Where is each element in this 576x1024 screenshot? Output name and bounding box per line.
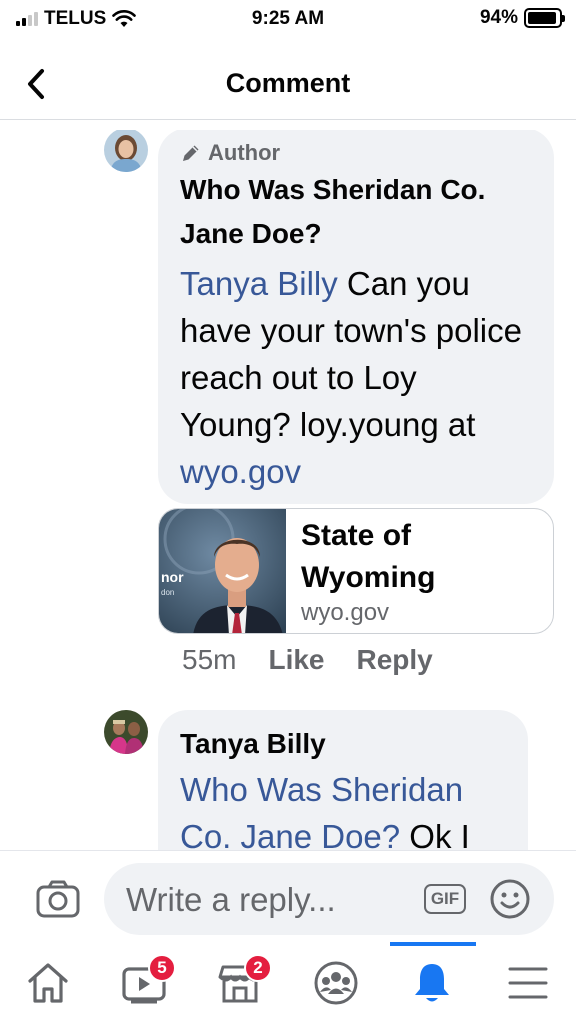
link-preview-thumbnail: nor don [159, 509, 286, 633]
bell-icon [415, 964, 449, 1002]
author-tag-label: Author [208, 140, 281, 165]
notification-badge: 5 [148, 954, 176, 982]
svg-text:nor: nor [161, 569, 184, 585]
reply-button[interactable]: Reply [357, 644, 433, 676]
nav-notifications[interactable] [384, 942, 480, 1024]
avatar[interactable] [104, 130, 148, 172]
home-icon [28, 963, 68, 1003]
nav-watch[interactable]: 5 [96, 942, 192, 1024]
emoji-button[interactable] [488, 877, 532, 921]
gif-button[interactable]: GIF [422, 879, 468, 919]
comment-text: Tanya Billy Can you have your town's pol… [180, 260, 532, 495]
menu-icon [508, 967, 548, 999]
page-title: Comment [225, 68, 351, 98]
comment-bubble[interactable]: Tanya Billy Who Was Sheridan Co. Jane Do… [158, 710, 528, 850]
reply-placeholder: Write a reply... [126, 881, 336, 918]
link-preview-domain: wyo.gov [301, 599, 390, 626]
battery-icon [524, 8, 565, 28]
smiley-icon [490, 879, 530, 919]
nav-marketplace[interactable]: 2 [192, 942, 288, 1024]
nav-menu[interactable] [480, 942, 576, 1024]
groups-icon [314, 961, 358, 1005]
nav-home[interactable] [0, 942, 96, 1024]
comment-body-text: Ok I [400, 818, 470, 850]
status-bar: TELUS 9:25 AM 94% [0, 0, 576, 40]
bottom-nav: 5 2 [0, 942, 576, 1024]
commenter-name[interactable]: Who Was Sheridan Co. Jane Doe? [180, 168, 532, 256]
comment-time: 55m [182, 644, 237, 675]
mention-link[interactable]: Tanya Billy [180, 265, 338, 302]
author-tag: Author [180, 140, 532, 166]
commenter-name[interactable]: Tanya Billy [180, 722, 506, 766]
nav-groups[interactable] [288, 942, 384, 1024]
like-button[interactable]: Like [268, 644, 324, 676]
comment-actions: 55m Like Reply [182, 644, 433, 676]
svg-text:don: don [161, 588, 174, 597]
link-preview-card[interactable]: nor don State of Wyoming wyo.gov [158, 508, 554, 634]
comment-thread[interactable]: Author Who Was Sheridan Co. Jane Doe? Ta… [0, 130, 576, 850]
camera-button[interactable] [32, 873, 84, 925]
battery-group: 94% [479, 7, 565, 29]
app-header: Comment [0, 50, 576, 120]
camera-icon [36, 880, 80, 918]
reply-input[interactable]: Write a reply... GIF [104, 863, 554, 935]
battery-percent: 94% [479, 7, 518, 28]
notification-badge: 2 [244, 954, 272, 982]
comment-url-link[interactable]: wyo.gov [180, 453, 301, 490]
gif-label: GIF [423, 884, 467, 914]
comment-text: Who Was Sheridan Co. Jane Doe? Ok I [180, 766, 506, 850]
reply-composer: Write a reply... GIF [0, 850, 576, 942]
avatar[interactable] [104, 710, 148, 754]
link-preview-title: State of Wyoming [301, 519, 436, 594]
pencil-icon [183, 145, 199, 161]
comment-bubble[interactable]: Author Who Was Sheridan Co. Jane Doe? Ta… [158, 130, 554, 504]
